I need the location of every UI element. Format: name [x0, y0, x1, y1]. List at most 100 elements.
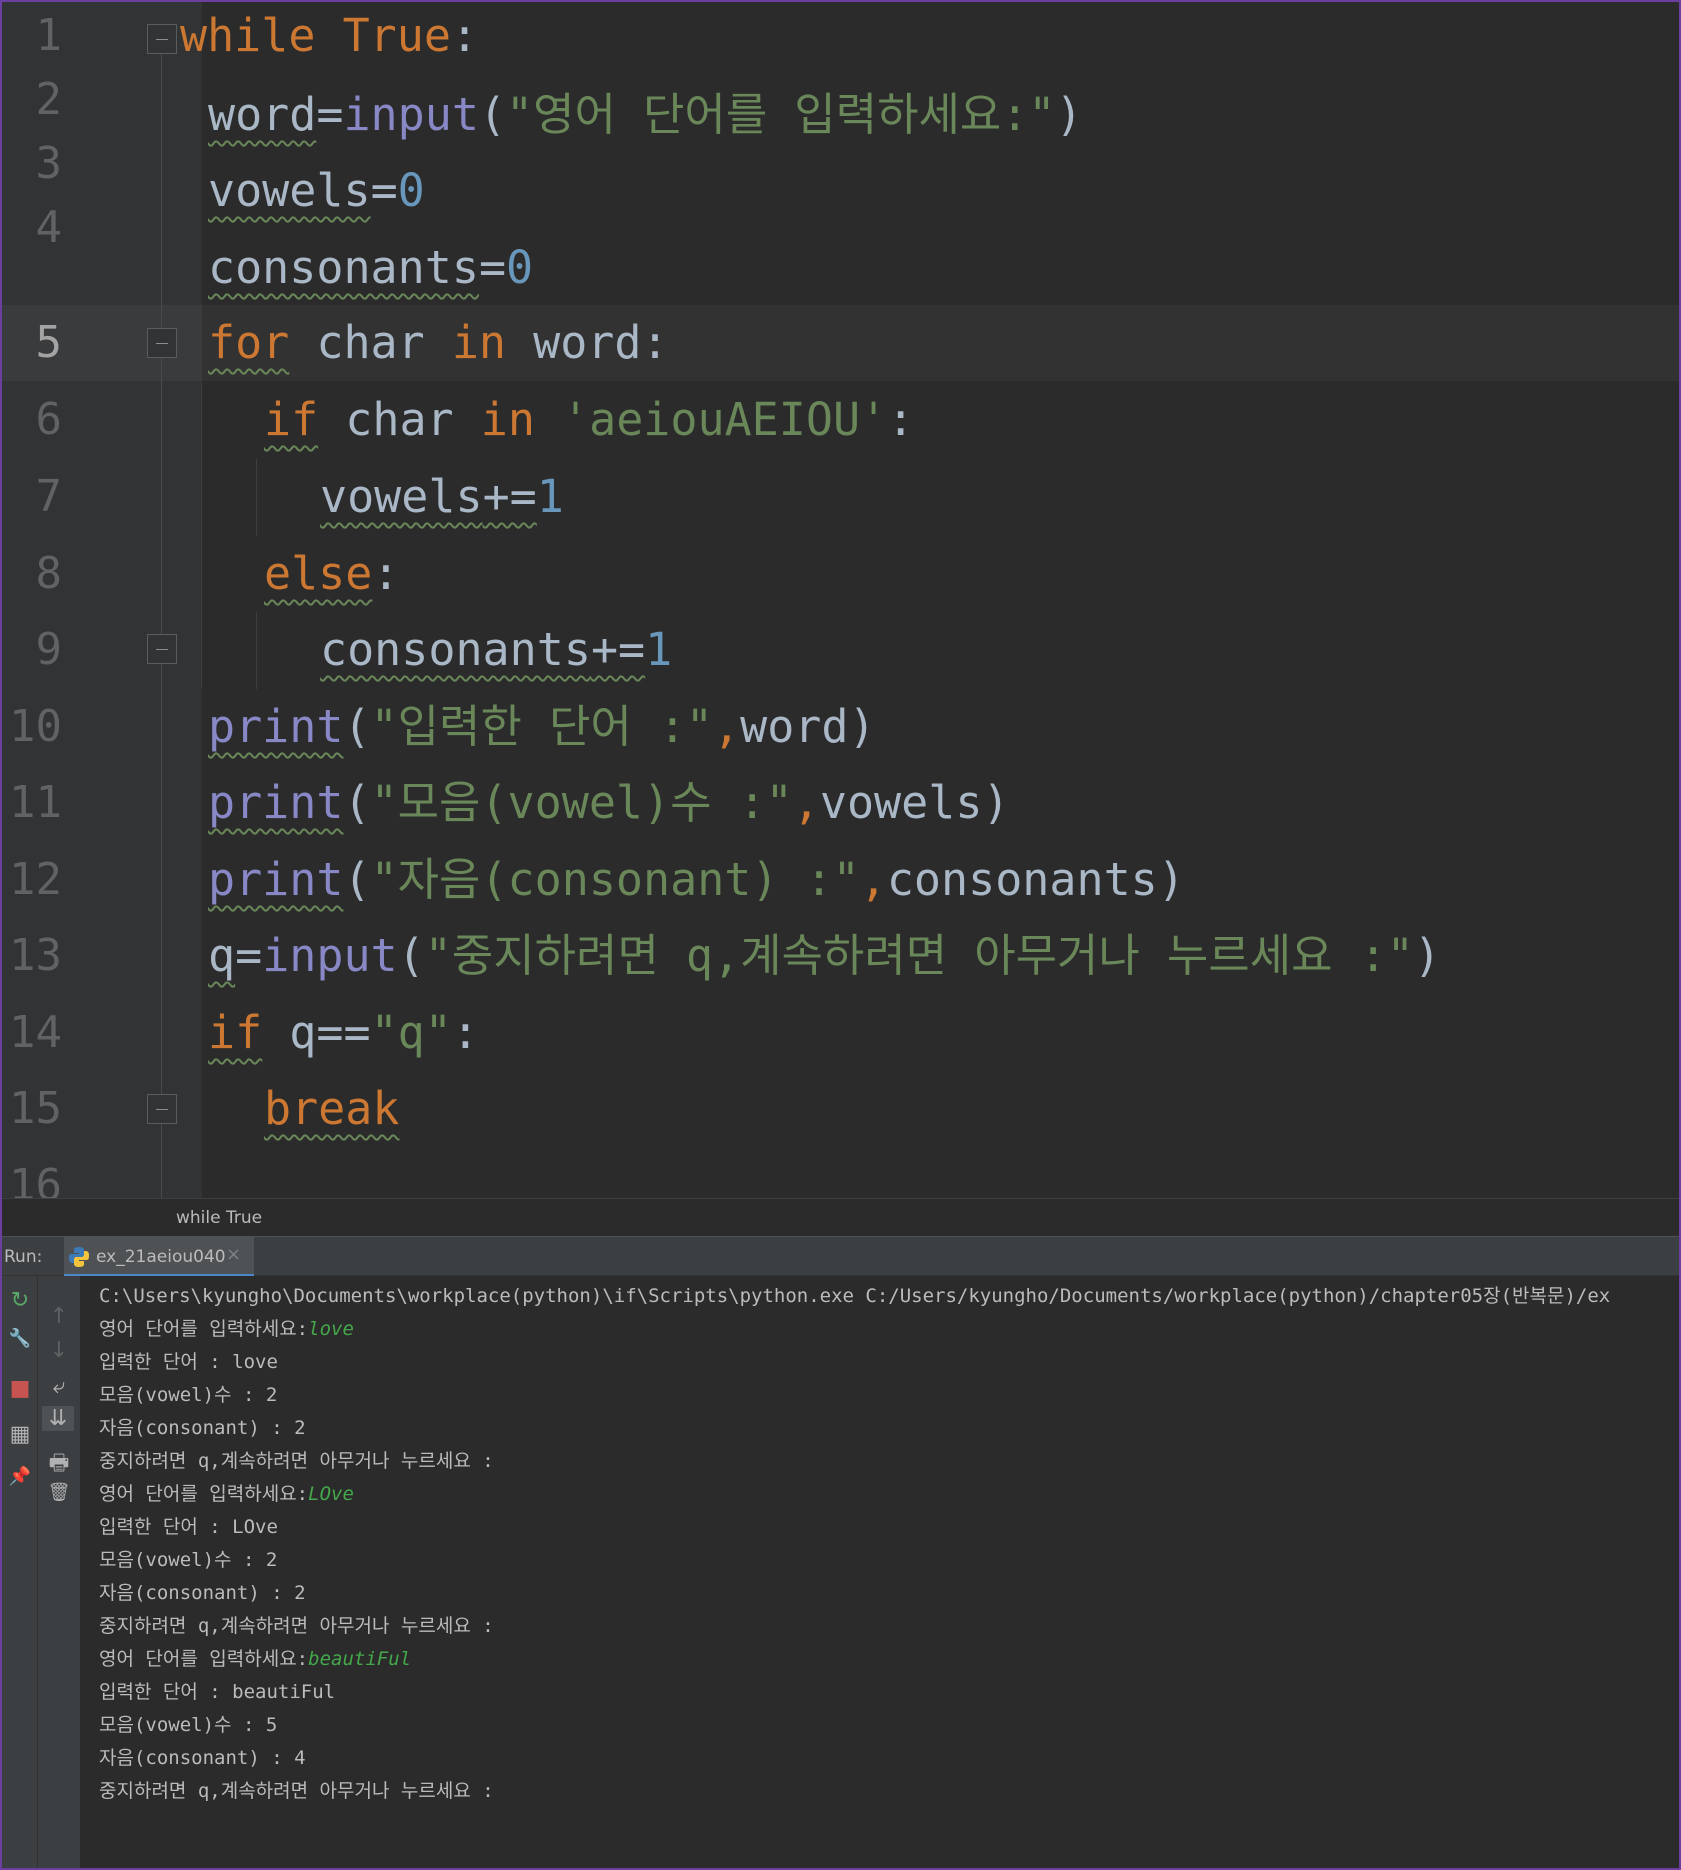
- console-prompt: 영어 단어를 입력하세요:: [99, 1318, 309, 1340]
- code-text: q==: [262, 1006, 371, 1059]
- number-literal: 1: [645, 623, 673, 676]
- pin-icon[interactable]: 📌: [5, 1466, 35, 1487]
- code-line[interactable]: while True:: [180, 2, 478, 74]
- number-literal: 0: [397, 164, 425, 217]
- console-output[interactable]: C:\Users\kyungho\Documents\workplace(pyt…: [80, 1276, 1679, 1868]
- variable: vowels: [208, 164, 371, 217]
- indent-guide: [256, 459, 257, 536]
- code-text: (: [343, 700, 371, 753]
- string-literal: "자음(consonant) :": [370, 853, 860, 906]
- wrench-icon[interactable]: 🔧: [5, 1328, 35, 1349]
- line-number: 9: [35, 624, 63, 675]
- run-tab[interactable]: ex_21aeiou040 ×: [64, 1237, 254, 1277]
- code-line[interactable]: if q=="q":: [208, 995, 479, 1071]
- console-prompt: 영어 단어를 입력하세요:: [99, 1483, 309, 1505]
- code-line[interactable]: vowels+=1: [320, 459, 564, 535]
- keyword: for: [208, 316, 290, 369]
- code-text: ): [982, 776, 1010, 829]
- console-toolbar: ↑ ↓ ⤶ ⇊ 🖶 🗑: [38, 1276, 80, 1868]
- code-text: vowels: [819, 776, 983, 829]
- console-line: 자음(consonant) : 4: [99, 1747, 306, 1769]
- code-editor[interactable]: 1 2 3 4 5 6 7 8 9 10 11 12 13 14 15 16 w…: [2, 2, 1679, 1198]
- line-number-active: 5: [35, 317, 63, 368]
- console-prompt: 영어 단어를 입력하세요:: [99, 1648, 309, 1670]
- breadcrumb[interactable]: while True: [2, 1198, 1679, 1236]
- rerun-icon[interactable]: ↻: [5, 1288, 35, 1313]
- code-line[interactable]: q=input("중지하려면 q,계속하려면 아무거나 누르세요 :"): [208, 918, 1441, 994]
- down-arrow-icon[interactable]: ↓: [44, 1338, 74, 1363]
- code-text: word:: [506, 316, 669, 369]
- console-command: C:\Users\kyungho\Documents\workplace(pyt…: [99, 1285, 1611, 1307]
- code-text: +=: [590, 623, 646, 676]
- fold-marker-icon[interactable]: [147, 328, 177, 358]
- code-line[interactable]: print("모음(vowel)수 :",vowels): [208, 765, 1010, 841]
- soft-wrap-icon[interactable]: ⤶: [44, 1374, 74, 1399]
- fold-marker-icon[interactable]: [147, 1094, 177, 1124]
- breadcrumb-item[interactable]: while True: [176, 1208, 262, 1228]
- console-line: 입력한 단어 : love: [99, 1351, 278, 1373]
- code-text: consonants: [886, 853, 1158, 906]
- number-literal: 0: [506, 241, 534, 294]
- builtin-function: input: [262, 929, 398, 982]
- code-line[interactable]: break: [264, 1071, 399, 1147]
- code-text: :: [887, 393, 915, 446]
- code-line[interactable]: print("자음(consonant) :",consonants): [208, 842, 1185, 918]
- keyword: while: [180, 9, 316, 62]
- fold-marker-icon[interactable]: [147, 24, 177, 54]
- line-number: 12: [9, 854, 62, 905]
- run-label: Run:: [4, 1247, 43, 1267]
- run-tab-label: ex_21aeiou040: [96, 1247, 226, 1267]
- code-line[interactable]: if char in 'aeiouAEIOU':: [264, 382, 914, 458]
- ide-window: 1 2 3 4 5 6 7 8 9 10 11 12 13 14 15 16 w…: [0, 0, 1681, 1870]
- stop-icon[interactable]: ■: [5, 1376, 35, 1401]
- builtin-function: print: [208, 776, 344, 829]
- code-text: :: [451, 1006, 479, 1059]
- code-text: (: [478, 88, 507, 141]
- code-line[interactable]: vowels=0: [208, 153, 425, 229]
- code-text: word: [740, 700, 849, 753]
- string-literal: "모음(vowel)수 :": [370, 776, 793, 829]
- scroll-to-end-icon[interactable]: ⇊: [42, 1406, 74, 1431]
- code-line[interactable]: else:: [264, 536, 399, 612]
- console-line: 입력한 단어 : beautiFul: [99, 1681, 336, 1703]
- keyword: break: [264, 1082, 400, 1135]
- print-icon[interactable]: 🖶: [44, 1446, 74, 1484]
- variable: consonants: [208, 241, 479, 294]
- trash-icon[interactable]: 🗑: [44, 1482, 74, 1503]
- console-line: 중지하려면 q,계속하려면 아무거나 누르세요 :: [99, 1615, 494, 1637]
- string-literal: "입력한 단어 :": [370, 700, 714, 753]
- up-arrow-icon[interactable]: ↑: [44, 1304, 74, 1329]
- code-text: :: [450, 9, 479, 62]
- code-line[interactable]: print("입력한 단어 :",word): [208, 689, 876, 765]
- indent-guide: [201, 382, 202, 688]
- comma: ,: [859, 853, 887, 906]
- console-line: 중지하려면 q,계속하려면 아무거나 누르세요 :: [99, 1780, 494, 1802]
- code-text: =: [316, 88, 344, 141]
- keyword: in: [451, 316, 507, 369]
- keyword: if: [208, 1006, 263, 1059]
- code-line[interactable]: for char in word:: [208, 305, 669, 381]
- code-line[interactable]: consonants+=1: [320, 612, 672, 688]
- code-line[interactable]: word=input("영어 단어를 입력하세요:"): [208, 77, 1083, 153]
- code-text: +=: [482, 470, 537, 523]
- fold-marker-icon[interactable]: [147, 634, 177, 664]
- console-line: 모음(vowel)수 : 5: [99, 1714, 278, 1736]
- code-line[interactable]: consonants=0: [208, 230, 533, 306]
- line-number: 14: [9, 1007, 62, 1058]
- console-input: LOve: [308, 1483, 354, 1505]
- code-text: ): [1157, 853, 1185, 906]
- code-text: ): [1055, 88, 1083, 141]
- string-literal: "q": [370, 1006, 452, 1059]
- code-text: (: [397, 929, 425, 982]
- code-text: =: [478, 241, 507, 294]
- line-number: 13: [9, 930, 62, 981]
- builtin-function: print: [208, 853, 344, 906]
- comma: ,: [713, 700, 741, 753]
- layout-icon[interactable]: ▦: [5, 1422, 35, 1447]
- number-literal: 1: [536, 470, 564, 523]
- close-icon[interactable]: ×: [226, 1244, 241, 1265]
- variable: vowels: [320, 470, 483, 523]
- code-text: (: [343, 853, 371, 906]
- line-number: 16: [9, 1160, 62, 1198]
